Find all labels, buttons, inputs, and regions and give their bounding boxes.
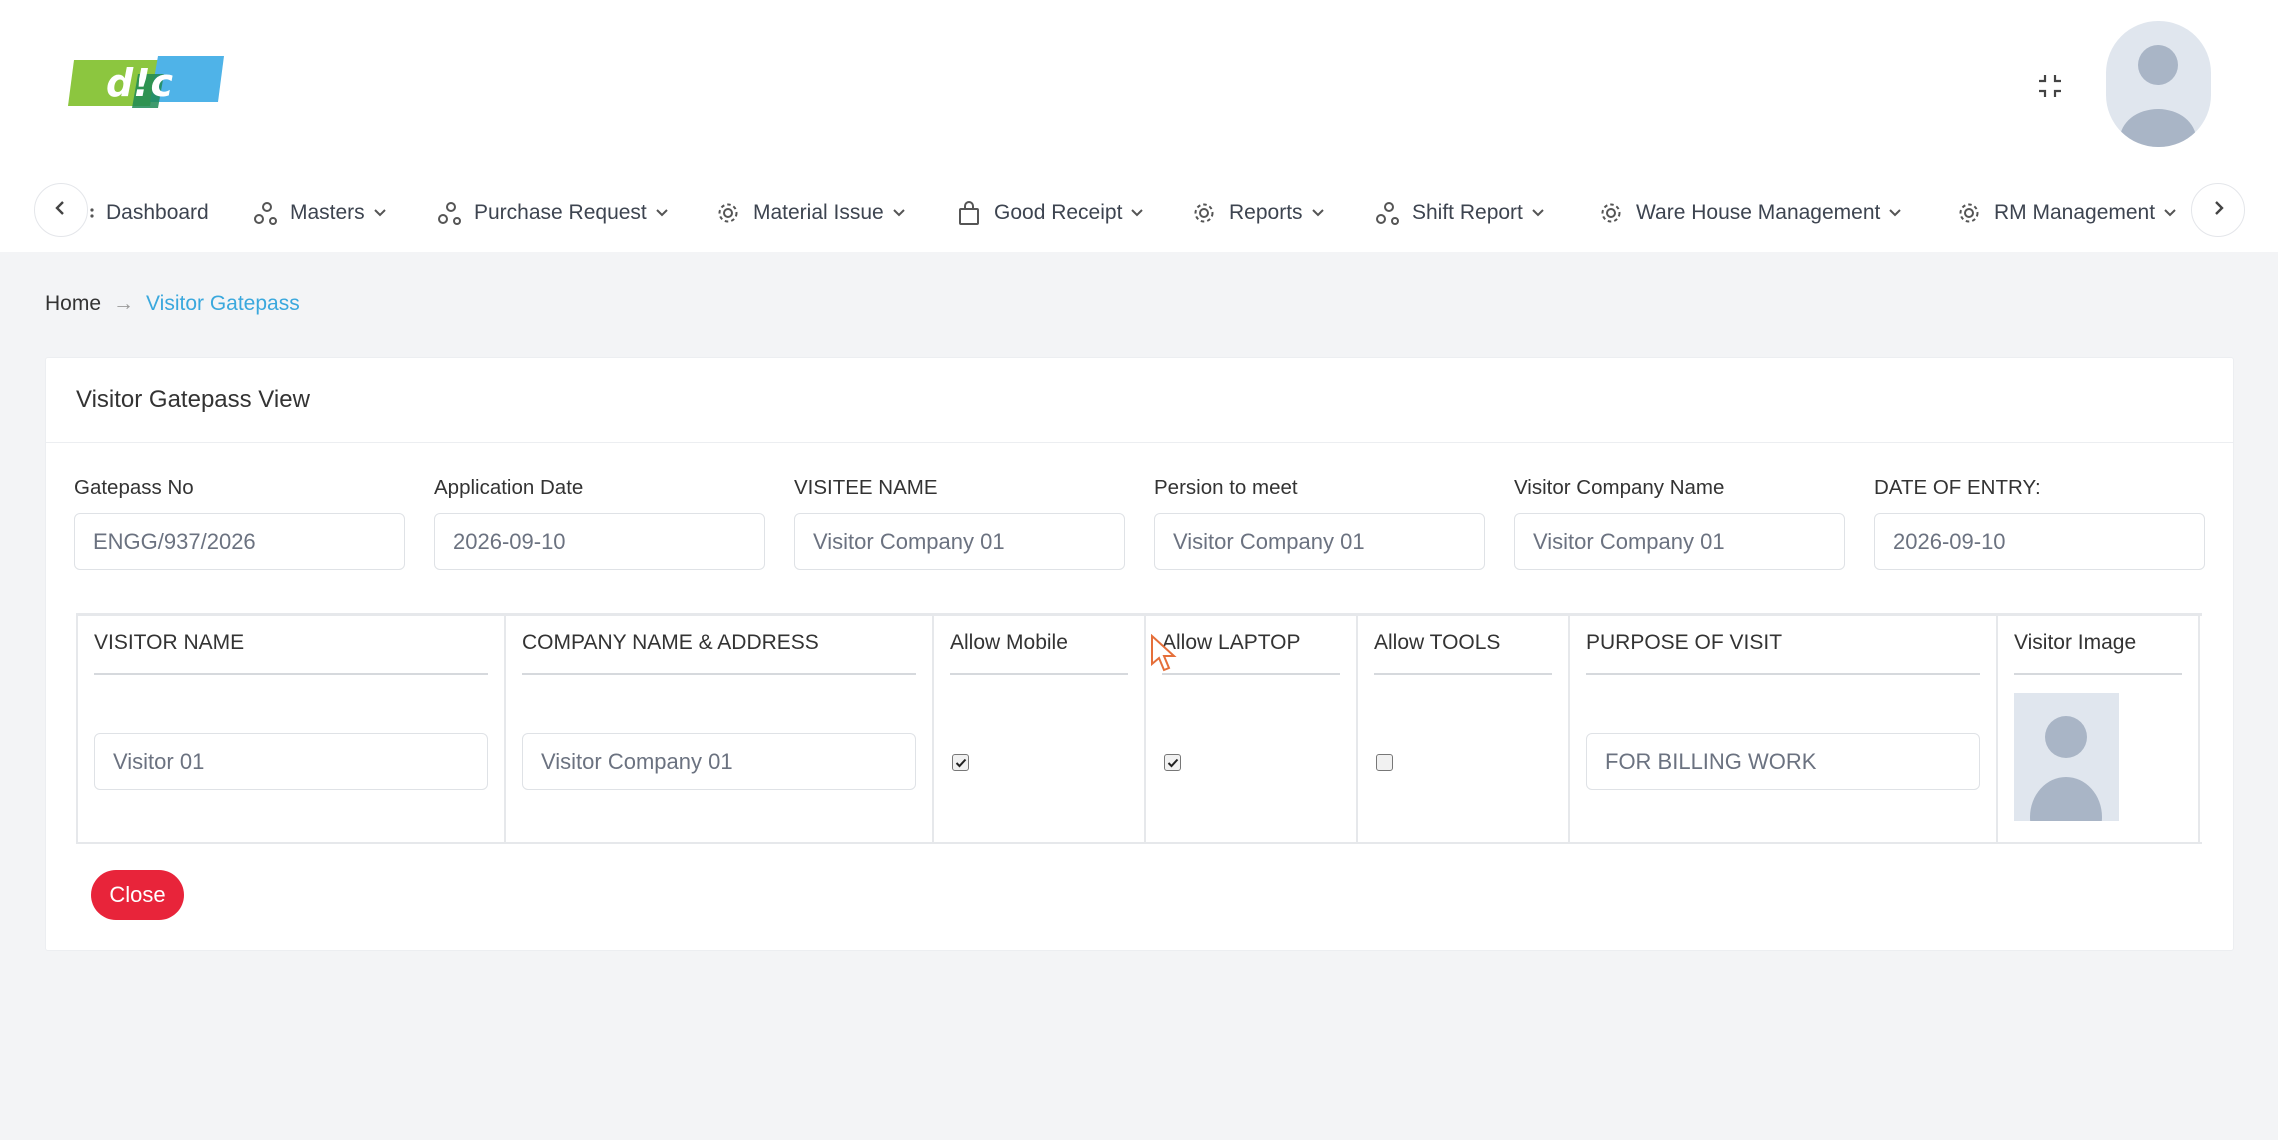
nodes-icon — [436, 200, 462, 226]
application-date-field[interactable] — [434, 513, 765, 570]
table-header: Allow LAPTOP — [1162, 631, 1301, 654]
application-date-label: Application Date — [434, 476, 584, 499]
gear-icon — [715, 200, 741, 226]
nav-scroll-left-button[interactable] — [34, 183, 88, 237]
chevron-down-icon — [1531, 208, 1545, 218]
main-nav: Dashboard Masters Purchase Request Mater… — [0, 175, 2278, 252]
visitor-company-name-label: Visitor Company Name — [1514, 476, 1725, 499]
table-header: Allow Mobile — [950, 631, 1068, 654]
nav-item-material-issue[interactable]: Material Issue — [715, 195, 906, 231]
visitee-name-label: VISITEE NAME — [794, 476, 938, 499]
breadcrumb-home-link[interactable]: Home — [45, 292, 101, 316]
nodes-icon — [252, 200, 278, 226]
compress-icon — [2037, 73, 2063, 104]
allow-tools-checkbox[interactable] — [1376, 754, 1393, 771]
date-of-entry-label: DATE OF ENTRY: — [1874, 476, 2041, 499]
user-placeholder-icon — [2030, 716, 2102, 821]
nav-item-shift-report[interactable]: Shift Report — [1374, 195, 1545, 231]
bag-icon — [956, 200, 982, 226]
close-button[interactable]: Close — [91, 870, 184, 920]
visitor-image[interactable] — [2014, 693, 2119, 821]
chevron-right-icon — [2210, 200, 2226, 221]
nav-item-label: Purchase Request — [474, 201, 647, 224]
table-header: Allow TOOLS — [1374, 631, 1501, 654]
column-allow-laptop: Allow LAPTOP — [1144, 616, 1356, 844]
dashboard-icon — [88, 200, 102, 226]
visitor-company-name-field[interactable] — [1514, 513, 1845, 570]
chevron-down-icon — [1311, 208, 1325, 218]
visitor-table: VISITOR NAME COMPANY NAME & ADDRESS Allo… — [76, 613, 2202, 844]
checkmark-icon — [1167, 758, 1178, 767]
column-allow-mobile: Allow Mobile — [932, 616, 1144, 844]
person-to-meet-field[interactable] — [1154, 513, 1485, 570]
table-header: PURPOSE OF VISIT — [1586, 631, 1783, 654]
nav-item-label: Shift Report — [1412, 201, 1523, 224]
column-allow-tools: Allow TOOLS — [1356, 616, 1568, 844]
checkmark-icon — [955, 758, 966, 767]
purpose-of-visit-input[interactable] — [1586, 733, 1980, 790]
chevron-down-icon — [2163, 208, 2177, 218]
nav-item-label: Material Issue — [753, 201, 884, 224]
svg-text:d!c: d!c — [106, 61, 174, 105]
table-header: Visitor Image — [2014, 631, 2137, 654]
nav-item-good-receipt[interactable]: Good Receipt — [956, 195, 1144, 231]
nav-item-purchase-request[interactable]: Purchase Request — [436, 195, 669, 231]
card-divider — [46, 442, 2233, 443]
allow-mobile-checkbox[interactable] — [952, 754, 969, 771]
user-avatar[interactable] — [2106, 21, 2211, 147]
column-company-name-address: COMPANY NAME & ADDRESS — [504, 616, 932, 844]
nav-item-dashboard[interactable]: Dashboard — [88, 195, 209, 231]
chevron-left-icon — [53, 200, 69, 221]
nav-item-label: Reports — [1229, 201, 1303, 224]
breadcrumb: Home → Visitor Gatepass — [45, 292, 300, 316]
chevron-down-icon — [373, 208, 387, 218]
allow-laptop-checkbox[interactable] — [1164, 754, 1181, 771]
visitee-name-field[interactable] — [794, 513, 1125, 570]
breadcrumb-current: Visitor Gatepass — [146, 292, 300, 315]
table-header: COMPANY NAME & ADDRESS — [522, 631, 819, 654]
gear-icon — [1191, 200, 1217, 226]
nodes-icon — [1374, 200, 1400, 226]
company-logo[interactable]: d!c — [68, 54, 224, 112]
chevron-down-icon — [892, 208, 906, 218]
gatepass-no-field[interactable] — [74, 513, 405, 570]
user-avatar-icon — [2120, 45, 2196, 147]
nav-item-rm-management[interactable]: RM Management — [1956, 195, 2177, 231]
date-of-entry-field[interactable] — [1874, 513, 2205, 570]
gear-icon — [1598, 200, 1624, 226]
nav-items: Dashboard Masters Purchase Request Mater… — [88, 175, 2188, 252]
column-purpose-of-visit: PURPOSE OF VISIT — [1568, 616, 1996, 844]
nav-item-label: Good Receipt — [994, 201, 1123, 224]
person-to-meet-label: Persion to meet — [1154, 476, 1298, 499]
visitor-name-input[interactable] — [94, 733, 488, 790]
chevron-down-icon — [1130, 208, 1144, 218]
company-address-input[interactable] — [522, 733, 916, 790]
nav-item-label: Dashboard — [106, 201, 209, 224]
nav-item-ware-house-management[interactable]: Ware House Management — [1598, 195, 1902, 231]
nav-item-masters[interactable]: Masters — [252, 195, 387, 231]
column-visitor-name: VISITOR NAME — [76, 616, 504, 844]
breadcrumb-separator: → — [113, 292, 135, 315]
chevron-down-icon — [1888, 208, 1902, 218]
visitor-gatepass-card: Visitor Gatepass View Gatepass No Applic… — [45, 357, 2234, 951]
fullscreen-toggle-button[interactable] — [2032, 70, 2068, 106]
nav-item-label: Ware House Management — [1636, 201, 1881, 224]
nav-item-label: RM Management — [1994, 201, 2156, 224]
page-title: Visitor Gatepass View — [76, 386, 310, 413]
chevron-down-icon — [655, 208, 669, 218]
gatepass-no-label: Gatepass No — [74, 476, 194, 499]
column-visitor-image: Visitor Image — [1996, 616, 2200, 844]
nav-item-label: Masters — [290, 201, 365, 224]
nav-item-reports[interactable]: Reports — [1191, 195, 1325, 231]
nav-scroll-right-button[interactable] — [2191, 183, 2245, 237]
table-header: VISITOR NAME — [94, 631, 245, 654]
gear-icon — [1956, 200, 1982, 226]
